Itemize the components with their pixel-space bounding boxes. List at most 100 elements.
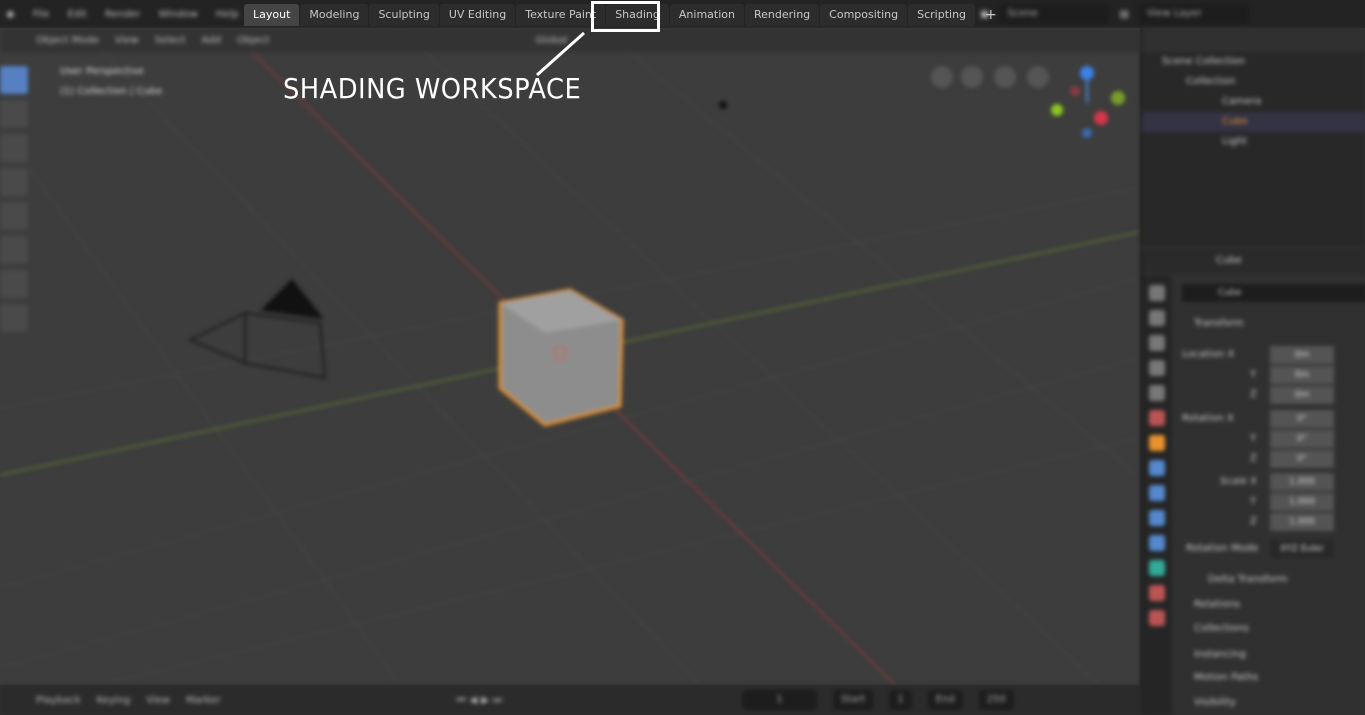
menu-window[interactable]: Window — [158, 9, 197, 20]
tab-uv-editing[interactable]: UV Editing — [439, 4, 516, 26]
outliner-camera[interactable]: Camera — [1142, 92, 1365, 112]
current-frame-field[interactable]: 1 — [741, 690, 817, 710]
playback-controls[interactable]: ⏮◀▶⏭ — [457, 695, 506, 706]
world-tab-icon[interactable] — [1149, 410, 1165, 426]
modifier-tab-icon[interactable] — [1149, 460, 1165, 476]
menu-timeline-view[interactable]: View — [146, 695, 170, 706]
main-menu: ◉ File Edit Render Window Help — [0, 0, 239, 28]
transform-panel-header[interactable]: Transform — [1194, 318, 1244, 329]
menu-add[interactable]: Add — [202, 35, 221, 46]
location-z-field[interactable]: 0m — [1270, 386, 1334, 404]
start-frame-field[interactable]: 1 — [889, 690, 912, 710]
texture-tab-icon[interactable] — [1149, 610, 1165, 626]
shading-highlight-box — [591, 1, 660, 32]
instancing-header[interactable]: Instancing — [1194, 649, 1246, 660]
collections-header[interactable]: Collections — [1194, 623, 1249, 634]
menu-keying[interactable]: Keying — [97, 695, 131, 706]
menu-object[interactable]: Object — [237, 35, 270, 46]
location-y-field[interactable]: 0m — [1270, 366, 1334, 384]
scene-selectors: ▣ Scene ▤ View Layer — [980, 2, 1365, 26]
timeline-header: Playback Keying View Marker ⏮◀▶⏭ 1 Start… — [0, 685, 1140, 715]
location-x-field[interactable]: 0m — [1270, 346, 1334, 364]
object-mode-dropdown[interactable]: Object Mode — [36, 35, 99, 46]
output-tab-icon[interactable] — [1149, 335, 1165, 351]
end-frame-field[interactable]: 250 — [978, 690, 1014, 710]
properties-header: Cube — [1142, 248, 1365, 274]
outliner-scene-collection[interactable]: Scene Collection — [1142, 52, 1365, 72]
scale-z-label: Z — [1250, 516, 1257, 527]
transform-tool-icon[interactable] — [0, 236, 28, 264]
scale-y-field[interactable]: 1.000 — [1270, 493, 1334, 511]
outliner-cube[interactable]: Cube — [1142, 112, 1365, 132]
rotation-z-field[interactable]: 0° — [1270, 450, 1334, 468]
3d-viewport[interactable]: User Perspective (1) Collection | Cube — [0, 28, 1140, 685]
light-object[interactable] — [719, 101, 727, 109]
menu-playback[interactable]: Playback — [36, 695, 81, 706]
menu-select[interactable]: Select — [155, 35, 186, 46]
menu-edit[interactable]: Edit — [67, 9, 86, 20]
properties-editor: Cube Cube Transform Location X 0m Y 0m Z… — [1140, 248, 1365, 715]
location-y-label: Y — [1250, 369, 1257, 380]
select-tool-icon[interactable] — [0, 66, 28, 94]
motion-paths-header[interactable]: Motion Paths — [1194, 672, 1258, 683]
scale-y-label: Y — [1250, 496, 1257, 507]
menu-file[interactable]: File — [33, 9, 50, 20]
view-layer-tab-icon[interactable] — [1149, 360, 1165, 376]
scale-tool-icon[interactable] — [0, 202, 28, 230]
outliner: Scene Collection Collection Camera Cube … — [1140, 28, 1365, 246]
measure-tool-icon[interactable] — [0, 304, 28, 332]
camera-object[interactable] — [188, 278, 326, 379]
rotation-mode-dropdown[interactable]: XYZ Euler — [1270, 540, 1334, 558]
start-frame-label: Start — [832, 690, 874, 710]
menu-render[interactable]: Render — [105, 9, 141, 20]
viewport-scene — [0, 28, 1140, 685]
delta-transform-header[interactable]: Delta Transform — [1208, 574, 1288, 585]
scene-tab-icon[interactable] — [1149, 385, 1165, 401]
move-tool-icon[interactable] — [0, 134, 28, 162]
tab-compositing[interactable]: Compositing — [820, 4, 908, 26]
data-tab-icon[interactable] — [1149, 560, 1165, 576]
tab-modeling[interactable]: Modeling — [300, 4, 369, 26]
location-z-label: Z — [1250, 389, 1257, 400]
tab-layout[interactable]: Layout — [244, 4, 300, 26]
rotation-y-field[interactable]: 0° — [1270, 430, 1334, 448]
visibility-header[interactable]: Visibility — [1194, 697, 1236, 708]
scene-icon: ▣ — [980, 8, 990, 20]
cube-object[interactable] — [498, 288, 624, 427]
cursor-tool-icon[interactable] — [0, 100, 28, 128]
physics-tab-icon[interactable] — [1149, 510, 1165, 526]
outliner-light[interactable]: Light — [1142, 132, 1365, 152]
view-perspective-label: User Perspective — [60, 66, 144, 77]
outliner-header — [1142, 28, 1365, 52]
object-name-field[interactable]: Cube — [1182, 284, 1365, 302]
rotate-tool-icon[interactable] — [0, 168, 28, 196]
blender-logo-icon[interactable]: ◉ — [6, 9, 15, 20]
menu-help[interactable]: Help — [216, 9, 239, 20]
scale-z-field[interactable]: 1.000 — [1270, 513, 1334, 531]
scale-x-field[interactable]: 1.000 — [1270, 473, 1334, 491]
tab-sculpting[interactable]: Sculpting — [369, 4, 439, 26]
rotation-y-label: Y — [1250, 433, 1257, 444]
tab-scripting[interactable]: Scripting — [908, 4, 976, 26]
view-layer-field[interactable]: View Layer — [1138, 4, 1249, 24]
annotate-tool-icon[interactable] — [0, 270, 28, 298]
navigation-gizmo[interactable] — [1051, 66, 1125, 138]
render-tab-icon[interactable] — [1149, 310, 1165, 326]
tab-rendering[interactable]: Rendering — [744, 4, 820, 26]
object-tab-icon[interactable] — [1149, 435, 1165, 451]
active-object-label: (1) Collection | Cube — [60, 86, 163, 97]
constraints-tab-icon[interactable] — [1149, 535, 1165, 551]
menu-view[interactable]: View — [115, 35, 139, 46]
orientation-dropdown[interactable]: Global — [536, 35, 568, 46]
outliner-collection[interactable]: Collection — [1142, 72, 1365, 92]
tool-tab-icon[interactable] — [1149, 285, 1165, 301]
rotation-x-field[interactable]: 0° — [1270, 410, 1334, 428]
menu-marker[interactable]: Marker — [186, 695, 221, 706]
relations-header[interactable]: Relations — [1194, 599, 1240, 610]
tab-animation[interactable]: Animation — [669, 4, 744, 26]
view-nav-buttons[interactable] — [931, 66, 1049, 88]
scene-field[interactable]: Scene — [999, 4, 1110, 24]
material-tab-icon[interactable] — [1149, 585, 1165, 601]
particles-tab-icon[interactable] — [1149, 485, 1165, 501]
scale-x-label: Scale X — [1220, 476, 1257, 487]
